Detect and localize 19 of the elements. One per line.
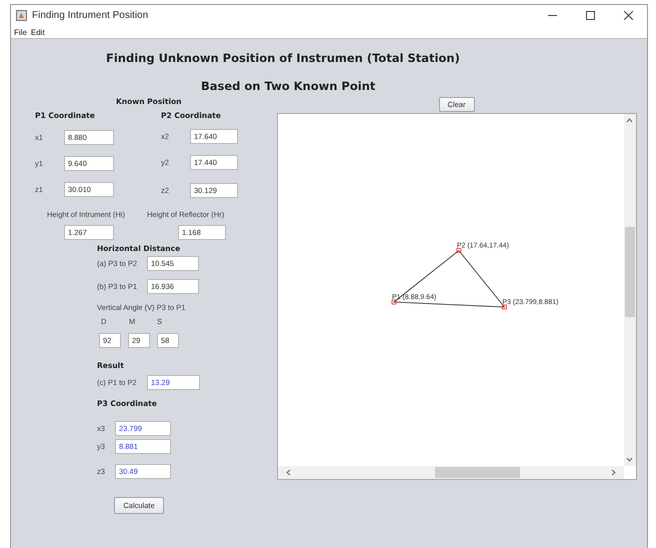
point-marker (391, 300, 396, 304)
app-icon (16, 10, 27, 21)
point-marker (456, 248, 461, 253)
right-chevron-icon[interactable] (610, 469, 616, 476)
left-chevron-icon[interactable] (284, 469, 292, 476)
heading: Finding Unknown Position of Instrumen (Total Station) (106, 51, 461, 65)
window-title: Finding Intrument Position (32, 10, 148, 21)
vertical-scrollbar[interactable] (624, 114, 636, 466)
close-icon (624, 11, 632, 20)
menu-item[interactable]: File (14, 28, 27, 36)
up-chevron-icon[interactable] (626, 117, 633, 124)
point-marker (502, 304, 506, 310)
scroll-thumb[interactable] (624, 227, 634, 317)
scroll-thumb[interactable] (434, 467, 520, 478)
horizontal-scrollbar[interactable] (278, 466, 624, 479)
maximize-icon (586, 11, 594, 20)
down-chevron-icon[interactable] (626, 456, 633, 463)
subheading: Based on Two Known Point (201, 79, 376, 93)
menu-item[interactable]: Edit (30, 28, 45, 36)
